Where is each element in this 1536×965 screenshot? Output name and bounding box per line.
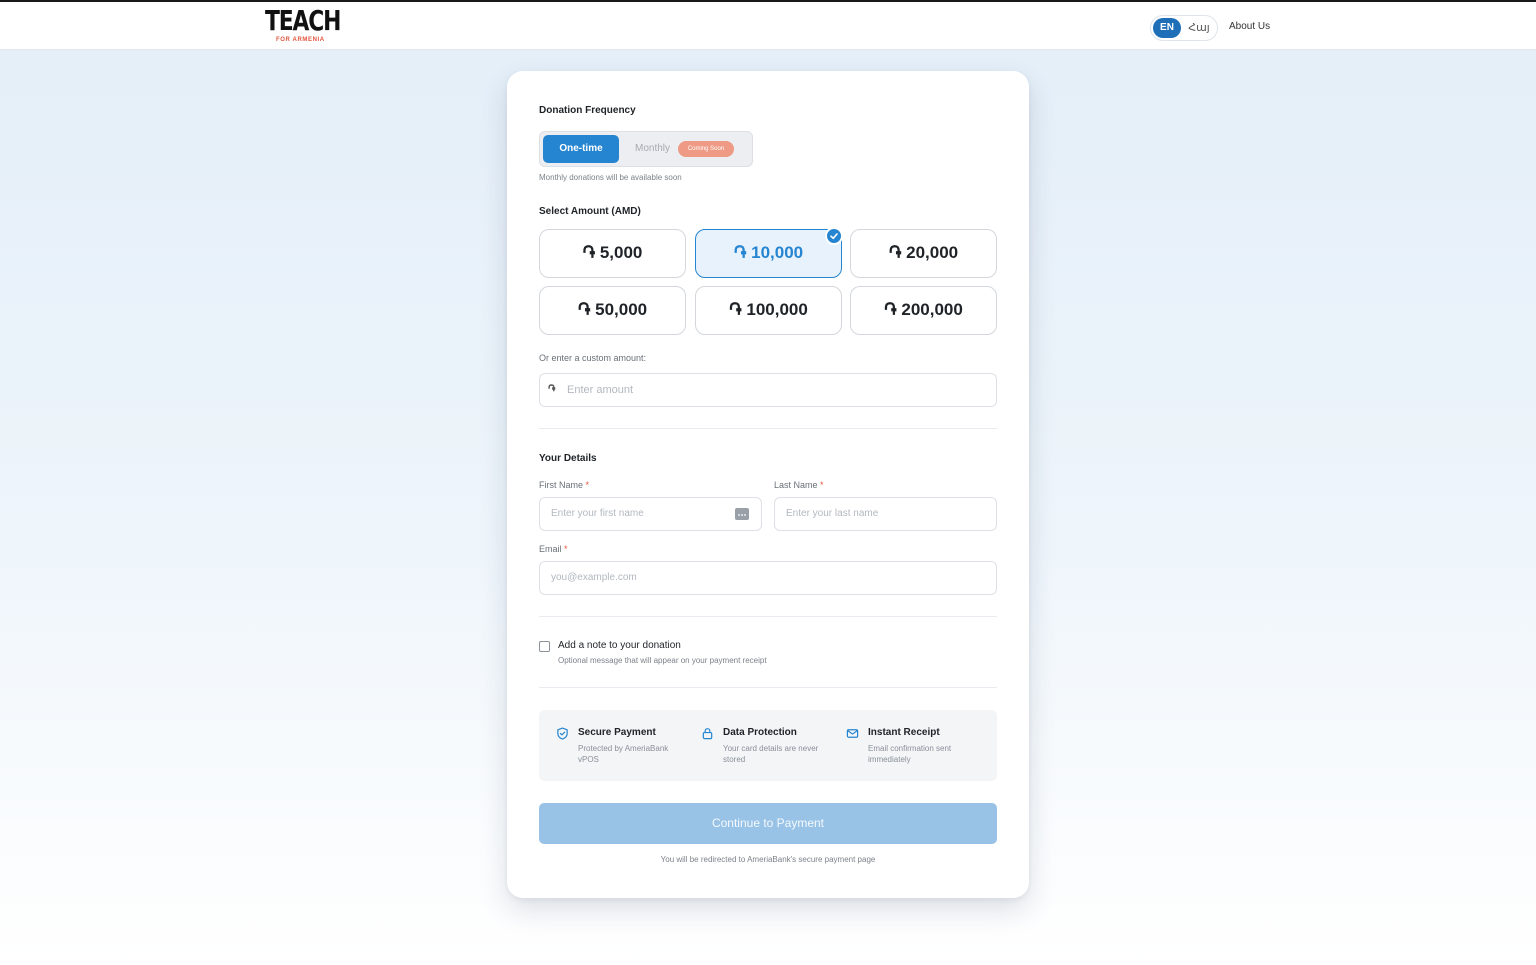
secure-payment-desc: Protected by AmeriaBank vPOS bbox=[578, 744, 669, 764]
add-note-hint: Optional message that will appear on you… bbox=[558, 656, 767, 665]
dram-currency-symbol: ֏ bbox=[548, 384, 556, 395]
email-input[interactable]: you@example.com bbox=[539, 561, 997, 595]
donation-form-card: Donation Frequency One-time Monthly Comi… bbox=[507, 71, 1029, 898]
autofill-keyboard-icon[interactable] bbox=[735, 508, 749, 520]
email-placeholder: you@example.com bbox=[551, 572, 637, 583]
amount-option-20000[interactable]: ֏ 20,000 bbox=[850, 229, 997, 278]
language-switcher: EN Հայ bbox=[1150, 15, 1218, 41]
email-label: Email * bbox=[539, 544, 568, 554]
language-hy-button[interactable]: Հայ bbox=[1183, 18, 1215, 38]
section-divider bbox=[539, 616, 997, 617]
select-amount-heading: Select Amount (AMD) bbox=[539, 206, 641, 217]
custom-amount-input[interactable]: ֏ Enter amount bbox=[539, 373, 997, 407]
secure-payment-title: Secure Payment bbox=[578, 727, 656, 738]
add-note-label[interactable]: Add a note to your donation bbox=[558, 640, 681, 651]
custom-amount-label: Or enter a custom amount: bbox=[539, 353, 647, 363]
instant-receipt-title: Instant Receipt bbox=[868, 727, 940, 738]
amount-option-5000[interactable]: ֏ 5,000 bbox=[539, 229, 686, 278]
instant-receipt-desc: Email confirmation sent immediately bbox=[868, 744, 952, 764]
frequency-toggle: One-time Monthly Coming Soon bbox=[539, 131, 753, 167]
coming-soon-badge: Coming Soon bbox=[678, 141, 734, 157]
continue-to-payment-button[interactable]: Continue to Payment bbox=[539, 803, 997, 844]
logo-tagline: FOR ARMENIA bbox=[276, 37, 325, 43]
amount-option-200000[interactable]: ֏ 200,000 bbox=[850, 286, 997, 335]
monthly-hint: Monthly donations will be available soon bbox=[539, 173, 682, 182]
teach-for-armenia-logo[interactable]: TEACH FOR ARMENIA bbox=[265, 7, 345, 47]
section-divider bbox=[539, 428, 997, 429]
logo-wordmark: TEACH bbox=[265, 4, 341, 37]
first-name-label: First Name * bbox=[539, 480, 590, 490]
redirect-note: You will be redirected to AmeriaBank's s… bbox=[660, 855, 876, 864]
shield-icon bbox=[556, 727, 569, 745]
amount-option-100000[interactable]: ֏ 100,000 bbox=[695, 286, 842, 335]
custom-amount-placeholder: Enter amount bbox=[567, 384, 634, 396]
selected-check-icon bbox=[825, 227, 843, 245]
first-name-placeholder: Enter your first name bbox=[551, 508, 644, 519]
security-info-panel: Secure Payment Protected by AmeriaBank v… bbox=[539, 710, 997, 781]
lock-icon bbox=[701, 727, 714, 745]
last-name-input[interactable]: Enter your last name bbox=[774, 497, 997, 531]
amount-option-50000[interactable]: ֏ 50,000 bbox=[539, 286, 686, 335]
data-protection-title: Data Protection bbox=[723, 727, 797, 738]
add-note-checkbox[interactable] bbox=[539, 641, 550, 652]
amount-option-10000[interactable]: ֏ 10,000 bbox=[695, 229, 842, 278]
your-details-heading: Your Details bbox=[539, 453, 597, 464]
monthly-option: Monthly bbox=[635, 143, 671, 154]
data-protection-desc: Your card details are never stored bbox=[723, 744, 819, 764]
last-name-label: Last Name * bbox=[774, 480, 824, 490]
first-name-input[interactable]: Enter your first name bbox=[539, 497, 762, 531]
top-navigation-bar: TEACH FOR ARMENIA EN Հայ About Us bbox=[0, 0, 1536, 50]
language-en-button[interactable]: EN bbox=[1153, 18, 1181, 38]
donation-frequency-heading: Donation Frequency bbox=[539, 105, 636, 116]
one-time-option[interactable]: One-time bbox=[543, 135, 619, 163]
about-us-link[interactable]: About Us bbox=[1229, 21, 1270, 32]
mail-icon bbox=[846, 727, 859, 745]
last-name-placeholder: Enter your last name bbox=[786, 508, 879, 519]
section-divider bbox=[539, 687, 997, 688]
